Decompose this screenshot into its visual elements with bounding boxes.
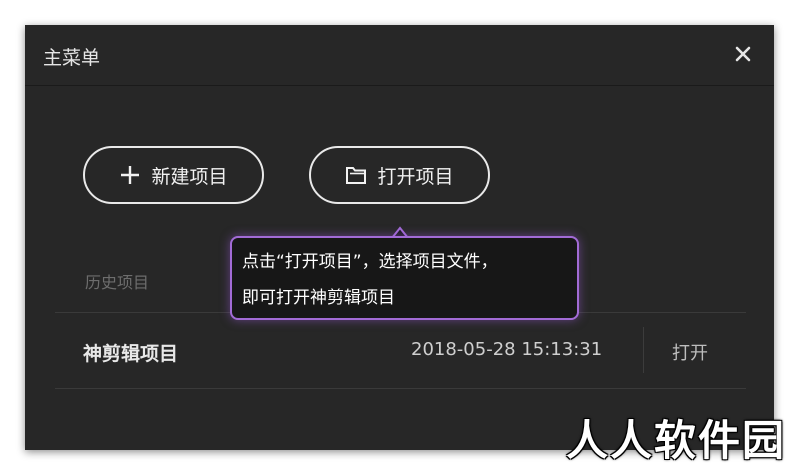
open-project-label: 打开项目 [377, 165, 454, 188]
close-icon [735, 46, 751, 62]
dialog-title: 主菜单 [43, 47, 101, 69]
history-item-name: 神剪辑项目 [83, 343, 179, 365]
history-section-label: 历史项目 [85, 273, 150, 292]
close-button[interactable] [730, 41, 756, 67]
history-item-open-button[interactable]: 打开 [672, 339, 708, 365]
divider [55, 388, 746, 389]
tooltip-line-2: 即可打开神剪辑项目 [242, 288, 395, 308]
folder-icon [345, 165, 367, 185]
tooltip: 点击“打开项目”，选择项目文件， 即可打开神剪辑项目 [230, 236, 579, 320]
new-project-label: 新建项目 [151, 165, 228, 188]
history-row[interactable]: 神剪辑项目 2018-05-28 15:13:31 打开 [55, 313, 746, 388]
tooltip-line-1: 点击“打开项目”，选择项目文件， [242, 252, 498, 272]
open-project-button[interactable]: 打开项目 [309, 146, 490, 204]
dialog-titlebar: 主菜单 [25, 25, 774, 86]
plus-icon [119, 164, 141, 186]
new-project-button[interactable]: 新建项目 [83, 146, 264, 204]
history-item-date: 2018-05-28 15:13:31 [411, 339, 603, 360]
watermark: 人人软件园 [565, 416, 786, 465]
divider [643, 327, 644, 373]
